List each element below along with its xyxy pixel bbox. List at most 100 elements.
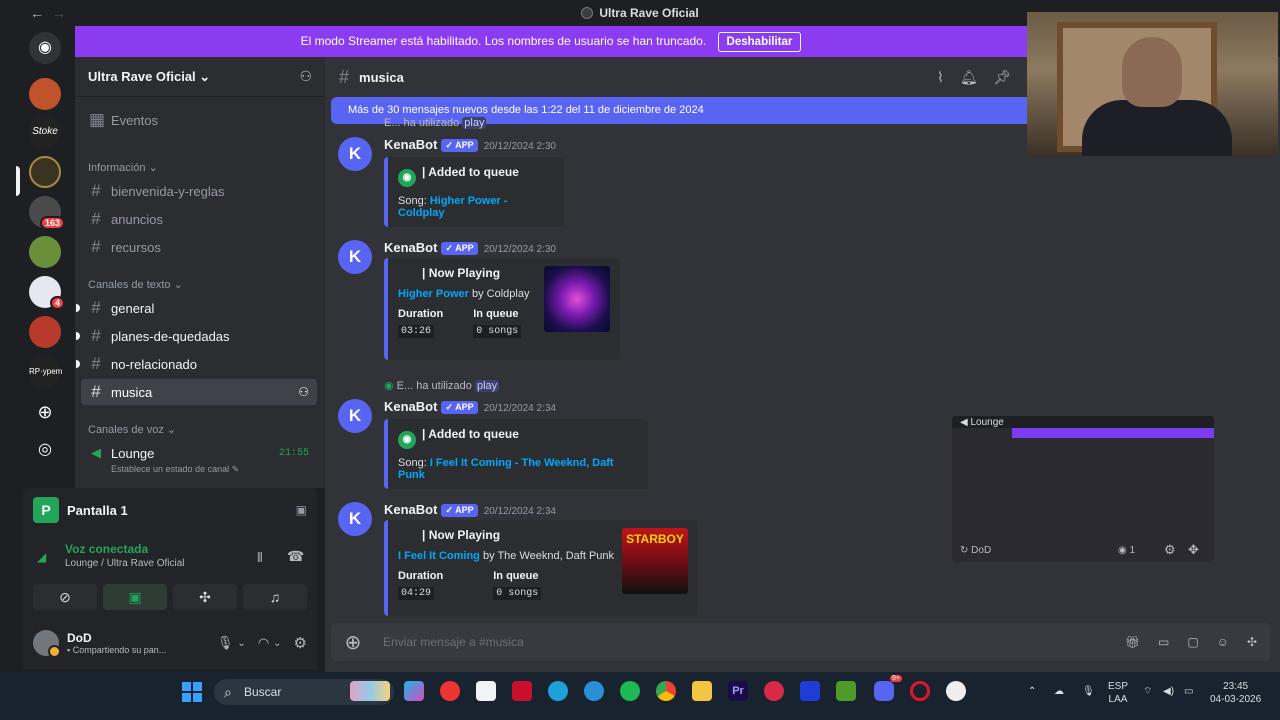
channel-musica[interactable]: # musica ⚇ <box>81 379 317 405</box>
app-icon-star[interactable] <box>800 681 820 701</box>
battery-icon[interactable]: ▭ <box>1184 685 1193 698</box>
premiere-icon[interactable]: Pr <box>728 681 748 701</box>
discord-icon: ◉ <box>398 169 416 187</box>
hash-icon: # <box>339 66 350 87</box>
avatar[interactable] <box>33 630 61 658</box>
soundboard-icon[interactable]: ♫ <box>243 584 307 610</box>
media-player-icon[interactable] <box>440 681 460 701</box>
server-icon-3[interactable]: 163 <box>29 196 65 230</box>
server-icon-4[interactable] <box>29 236 61 268</box>
voice-connected-panel: ◢ Voz conectada Lounge / Ultra Rave Ofic… <box>23 532 317 617</box>
settings-gear-icon[interactable]: ⚙ <box>294 634 307 652</box>
channel-anuncios[interactable]: # anuncios <box>81 206 317 232</box>
widgets-icon[interactable] <box>350 681 390 701</box>
channel-no-relacionado[interactable]: # no-relacionado <box>81 351 317 377</box>
chevron-down-icon[interactable]: ⌄ <box>237 638 245 649</box>
channel-title: musica <box>359 69 404 85</box>
disconnect-icon[interactable]: ☎ <box>287 548 304 565</box>
author-name[interactable]: KenaBot <box>384 137 437 152</box>
channel-planes-de-quedadas[interactable]: # planes-de-quedadas <box>81 323 317 349</box>
bot-avatar[interactable]: K <box>338 137 372 171</box>
volume-icon[interactable]: ◀) <box>1163 685 1174 698</box>
gift-icon[interactable]: 🎁︎ <box>1125 635 1140 649</box>
threads-icon[interactable]: ⌇ <box>937 69 944 86</box>
author-name[interactable]: KenaBot <box>384 399 437 414</box>
server-icon-ultra-rave[interactable] <box>29 156 61 188</box>
emoji-icon[interactable]: ☺ <box>1217 635 1229 649</box>
voice-channel-lounge[interactable]: ◀ Lounge 21:55 <box>81 440 317 466</box>
server-icon-rp[interactable]: RP·ypem <box>29 356 62 388</box>
channel-general[interactable]: # general <box>81 295 317 321</box>
album-art[interactable]: STARBOY <box>622 528 688 594</box>
wifi-icon[interactable]: ⌔ <box>1143 685 1152 698</box>
events-item[interactable]: ▦ Eventos <box>81 107 317 133</box>
add-server-icon[interactable]: ⊕ <box>29 396 61 428</box>
opera-icon[interactable] <box>910 681 930 701</box>
microphone-icon[interactable]: 🎙︎ <box>217 635 234 651</box>
discord-taskbar-icon[interactable]: 9+ <box>874 675 902 701</box>
tray-app-icon[interactable]: ☁ <box>1054 685 1064 698</box>
close-screen-icon[interactable]: ▣ <box>296 503 307 517</box>
screen-share-button[interactable]: ▣ <box>103 584 167 610</box>
camera-off-icon[interactable]: ⊘ <box>33 584 97 610</box>
category-voice[interactable]: Canales de voz ⌄ <box>88 423 176 436</box>
copilot-icon[interactable] <box>404 681 424 701</box>
server-header[interactable]: Ultra Rave Oficial ⌄ ⚇ <box>75 57 325 97</box>
bot-avatar[interactable]: K <box>338 502 372 536</box>
activities-icon[interactable]: ✣ <box>173 584 237 610</box>
minecraft-icon[interactable] <box>836 681 856 701</box>
add-attachment-icon[interactable]: ⊕ <box>331 630 375 655</box>
author-name[interactable]: KenaBot <box>384 502 437 517</box>
stream-preview[interactable]: ◀ Lounge ↻ DoD ◉ 1 ⚙ ✥ <box>952 416 1214 562</box>
bot-avatar[interactable]: K <box>338 240 372 274</box>
store-icon[interactable] <box>476 681 496 701</box>
clock[interactable]: 23:45 04-03-2026 <box>1210 680 1261 706</box>
chevron-down-icon[interactable]: ⌄ <box>273 638 281 649</box>
gif-icon[interactable]: ▭ <box>1158 635 1169 649</box>
stream-settings-icon[interactable]: ⚙ <box>1164 542 1176 558</box>
voice-status-hint[interactable]: Establece un estado de canal ✎ <box>111 464 239 475</box>
channel-bienvenida-y-reglas[interactable]: # bienvenida-y-reglas <box>81 178 317 204</box>
voice-status[interactable]: Voz conectada <box>65 542 307 556</box>
bell-icon[interactable]: 🔔︎ <box>960 69 978 86</box>
server-icon-1[interactable] <box>29 78 61 110</box>
mcafee-icon[interactable] <box>512 681 532 701</box>
album-art[interactable] <box>544 266 610 332</box>
noise-suppression-icon[interactable]: ⦀ <box>257 550 263 566</box>
pin-icon[interactable]: 📌︎ <box>994 69 1012 86</box>
invite-icon[interactable]: ⚇ <box>299 68 312 85</box>
category-info[interactable]: Información ⌄ <box>88 161 158 174</box>
author-name[interactable]: KenaBot <box>384 240 437 255</box>
apps-icon[interactable]: ✣ <box>1247 635 1257 649</box>
explore-icon[interactable]: ◎ <box>29 434 61 466</box>
server-icon-5[interactable]: 4 <box>29 276 65 310</box>
sticker-icon[interactable]: ▢ <box>1187 635 1198 649</box>
voice-location[interactable]: Lounge / Ultra Rave Oficial <box>65 558 307 569</box>
taskbar: Buscar Pr 9+ ⌃ ☁ 🎙︎ ESPLAA ⌔ ◀) ▭ 23:450… <box>0 672 1280 720</box>
stream-channel: ◀ Lounge <box>960 417 1004 428</box>
app-icon-blue[interactable] <box>584 681 604 701</box>
category-text[interactable]: Canales de texto ⌄ <box>88 278 183 291</box>
controller-icon[interactable]: ✥ <box>1188 542 1199 558</box>
add-member-icon[interactable]: ⚇ <box>298 385 309 399</box>
file-explorer-icon[interactable] <box>692 681 712 701</box>
server-icon-6[interactable] <box>29 316 61 348</box>
webcam-person <box>1122 37 1182 107</box>
channel-recursos[interactable]: # recursos <box>81 234 317 260</box>
message-input[interactable]: Enviar mensaje a #musica <box>375 635 1125 649</box>
obs-icon[interactable] <box>946 681 966 701</box>
edge-icon[interactable] <box>548 681 568 701</box>
chrome-icon[interactable] <box>656 681 676 701</box>
disable-streamer-button[interactable]: Deshabilitar <box>717 32 802 52</box>
windows-start-icon[interactable] <box>182 682 202 702</box>
server-icon-stoke[interactable]: Stoke <box>29 116 61 148</box>
tray-microphone-icon[interactable]: 🎙︎ <box>1082 685 1095 698</box>
capcut-icon[interactable] <box>764 681 784 701</box>
spotify-icon[interactable] <box>620 681 640 701</box>
tray-chevron-icon[interactable]: ⌃ <box>1028 685 1036 698</box>
discord-home-icon[interactable]: ◉ <box>29 32 61 64</box>
headphones-icon[interactable]: ◠ <box>258 635 269 651</box>
language-indicator[interactable]: ESP LAA <box>1108 680 1128 706</box>
user-info[interactable]: DoD ▪ Compartiendo su pan... <box>67 631 217 655</box>
bot-avatar[interactable]: K <box>338 399 372 433</box>
